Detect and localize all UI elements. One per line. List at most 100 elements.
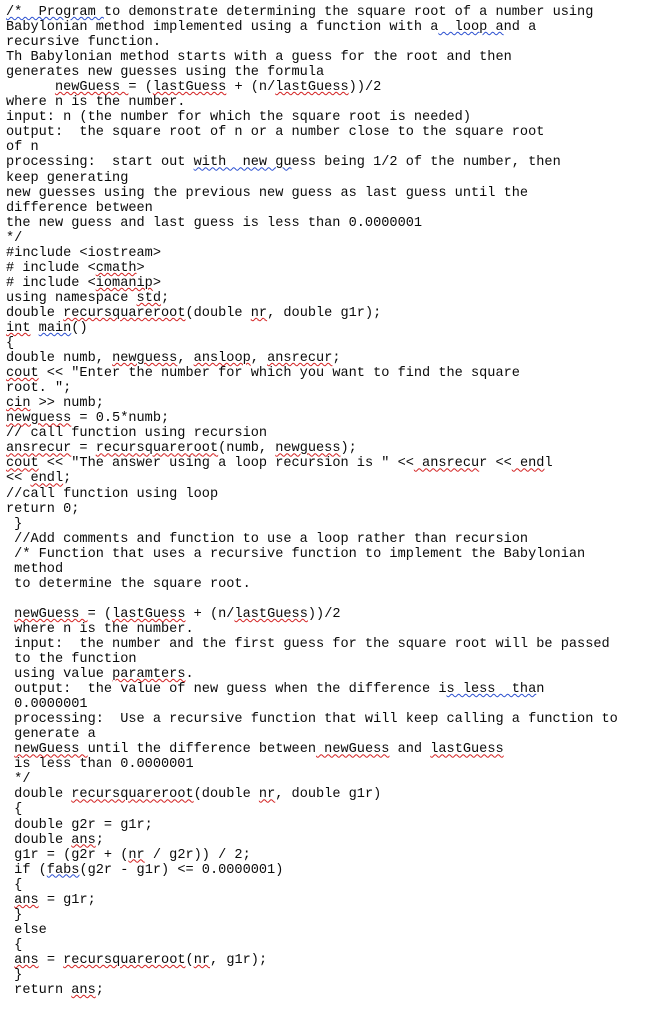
grammar-underline[interactable]: s less tha [447,682,537,697]
code-line: { [6,937,23,953]
code-line: method [6,561,64,577]
spelling-underline[interactable]: recursquareroot [63,953,185,968]
spelling-underline[interactable]: nr [194,953,210,968]
spelling-underline[interactable]: recursquareroot [96,441,218,456]
code-line: of n [6,140,39,156]
grammar-underline[interactable]: with new gu [194,155,292,170]
spelling-underline[interactable]: nr [259,787,275,802]
spelling-underline[interactable]: std [137,291,161,306]
code-line: output: the square root of n or a number… [6,125,545,141]
code-line: to the function [6,652,137,668]
grammar-underline[interactable]: loop a [438,20,504,35]
code-line: double numb, newguess, ansloop, ansrecur… [6,351,341,367]
code-line: double ans; [6,832,104,848]
code-line: the new guess and last guess is less tha… [6,215,423,231]
spelling-underline[interactable]: newGuess [14,742,87,757]
code-line: using namespace std; [6,290,170,306]
spelling-underline[interactable]: end [512,456,544,471]
spelling-underline[interactable]: ansrecu [414,456,479,471]
grammar-underline[interactable]: fabs [47,863,80,878]
code-line: to determine the square root. [6,576,251,592]
spelling-underline[interactable]: lastGuess [275,80,348,95]
code-line: /* Program to demonstrate determining th… [6,5,594,20]
code-line: cout << "The answer using a loop recursi… [6,456,553,472]
code-line: return ans; [6,983,104,999]
code-line: keep generating [6,170,129,186]
code-line: newGuess until the difference between ne… [14,742,504,758]
code-line: where n is the number. [6,621,194,637]
code-line: int main() [6,320,88,336]
spelling-underline[interactable]: nr [251,306,267,321]
code-line: newGuess = (lastGuess + (n/lastGuess))/2 [54,80,382,96]
code-line: ans = g1r; [14,892,96,908]
code-line: root. "; [6,381,72,397]
code-line: } [6,968,23,983]
code-line: processing: start out with new guess bei… [6,155,561,171]
spelling-underline[interactable]: ansrecur [6,441,71,456]
spelling-underline[interactable]: ansrecur [267,351,332,366]
code-line: 0.0000001 [6,697,88,713]
spelling-underline[interactable]: newGuess [55,80,128,95]
code-line: is less than 0.0000001 [6,757,194,773]
code-line: cout << "Enter the number for which you … [6,366,520,382]
code-line: where n is the number. [6,95,186,111]
document-page: /* Program to demonstrate determining th… [0,0,670,1024]
code-line: //Add comments and function to use a loo… [6,531,529,547]
spelling-underline[interactable]: endl [30,471,63,486]
spelling-underline[interactable]: lastGuess [430,742,503,757]
grammar-underline[interactable]: /* Program [6,5,104,20]
spelling-underline[interactable]: nr [128,848,144,863]
code-line: /* Function that uses a recursive functi… [6,546,586,562]
code-line: difference between [6,200,153,216]
spelling-underline[interactable]: iomanip [96,276,153,291]
code-line: */ [6,230,23,246]
code-line: output: the value of new guess when the … [6,682,545,698]
code-line: input: the number and the first guess fo… [6,636,610,652]
spelling-underline[interactable]: ans [14,953,38,968]
code-line: Babylonian method implemented using a fu… [6,20,537,36]
code-line: new guesses using the previous new guess… [6,185,529,201]
spelling-underline[interactable]: lastGuess [234,607,307,622]
spelling-underline[interactable]: ansloop [194,351,251,366]
spelling-underline[interactable]: newGuess [316,742,389,757]
code-line: newGuess = (lastGuess + (n/lastGuess))/2 [14,606,341,622]
spelling-underline[interactable]: cin [6,396,30,411]
code-line: processing: Use a recursive function tha… [6,712,618,728]
source-code-text-body[interactable]: /* Program to demonstrate determining th… [0,5,670,998]
code-line: input: n (the number for which the squar… [6,110,471,126]
spelling-underline[interactable]: cmath [96,261,137,276]
spelling-underline[interactable]: recursquareroot [63,306,185,321]
spelling-underline[interactable]: int [6,321,30,336]
code-line: { [6,802,23,818]
code-line: } [6,907,23,923]
spelling-underline[interactable]: newguess [6,411,71,426]
code-line: double recursquareroot(double nr, double… [6,787,382,803]
code-line: g1r = (g2r + (nr / g2r)) / 2; [6,847,251,863]
spelling-underline[interactable]: recursquareroot [71,787,193,802]
spelling-underline[interactable]: lastGuess [112,607,185,622]
spelling-underline[interactable]: ans [71,983,95,998]
spelling-underline[interactable]: cout [6,366,39,381]
code-line: if (fabs(g2r - g1r) <= 0.0000001) [6,862,284,878]
spelling-underline[interactable]: newguess [275,441,340,456]
code-line: recursive function. [6,35,161,51]
spelling-underline[interactable]: ans [14,893,38,908]
code-line: return 0; [6,501,80,517]
spelling-underline[interactable]: lastGuess [153,80,226,95]
spelling-underline[interactable]: ans [71,833,95,848]
spelling-underline[interactable]: newGuess [14,607,87,622]
code-line: #include <iostream> [6,245,161,261]
code-line: // call function using recursion [6,426,268,442]
code-line: # include <cmath> [6,260,145,276]
code-line: } [6,516,23,532]
spelling-underline[interactable]: newguess [112,351,177,366]
spelling-underline[interactable]: cout [6,456,39,471]
grammar-underline[interactable]: main [39,321,72,336]
code-line: //call function using loop [6,486,219,502]
code-line: << endl; [6,471,72,487]
spelling-underline[interactable]: paramters [112,667,185,682]
code-line: */ [6,772,31,788]
code-line: cin >> numb; [6,396,104,412]
code-line: ans = recursquareroot(nr, g1r); [14,952,268,968]
